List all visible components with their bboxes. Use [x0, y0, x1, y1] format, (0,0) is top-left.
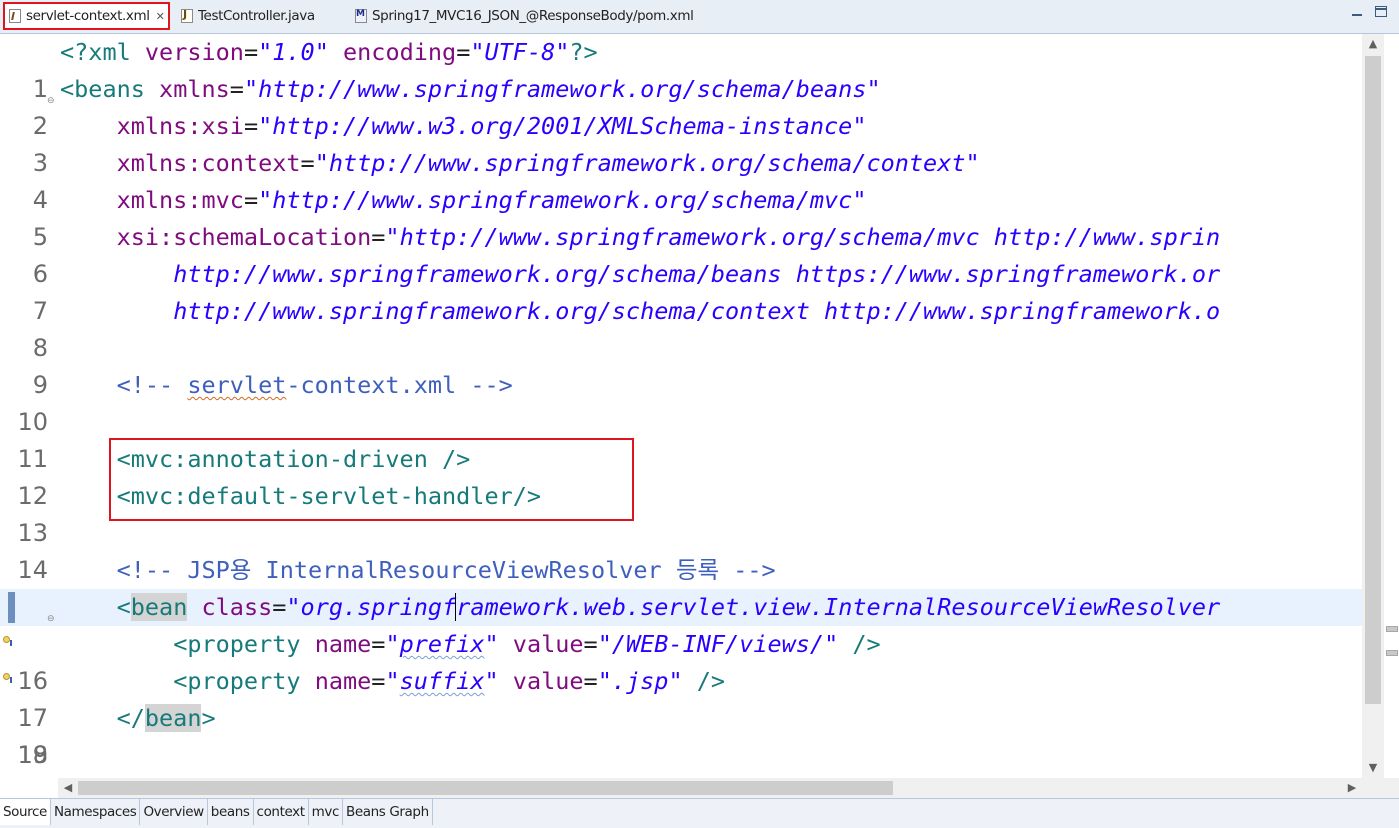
xml-file-icon [9, 9, 21, 23]
attribute-value: "http://www.springframework.org/schema/b… [243, 75, 881, 103]
code-line: 5 xmlns:mvc="http://www.springframework.… [0, 182, 1362, 251]
maximize-icon[interactable] [1375, 6, 1387, 17]
attribute-value: http://www.springframework.org/schema/co… [173, 297, 1221, 325]
code-line: 6 xsi:schemaLocation="http://www.springf… [0, 219, 1362, 288]
horizontal-scrollbar[interactable]: ◀ ▶ [58, 778, 1362, 798]
attribute-name: xmlns [159, 75, 230, 103]
xml-comment: <!-- JSP용 InternalResourceViewResolver 등… [116, 556, 776, 584]
attribute-value: "http://www.springframework.org/schema/c… [314, 149, 980, 177]
overview-ruler[interactable] [1384, 34, 1399, 778]
warning-marker-icon[interactable] [3, 673, 12, 683]
current-line-marker [8, 592, 15, 623]
element-tag: <property [173, 667, 301, 695]
attribute-name: xsi:schemaLocation [116, 223, 372, 251]
attribute-value: "1.0" [258, 38, 329, 66]
attribute-name: xmlns:xsi [116, 112, 244, 140]
attribute-value: ".jsp" [597, 667, 683, 695]
tab-beans-graph[interactable]: Beans Graph [343, 799, 433, 825]
attribute-name: name [314, 630, 372, 658]
attribute-value: "org.springf [286, 593, 457, 621]
attribute-name: class [201, 593, 273, 621]
attribute-name: xmlns:mvc [116, 186, 244, 214]
editor-tab-bar: servlet-context.xml ✕ TestController.jav… [0, 0, 1399, 34]
attribute-value: "http://www.springframework.org/schema/m… [385, 223, 1221, 251]
xml-declaration: <?xml [60, 38, 131, 66]
code-line: 2 ⊖ <beans xmlns="http://www.springframe… [0, 71, 1362, 140]
code-line: 7 http://www.springframework.org/schema/… [0, 256, 1362, 325]
code-line: 13 <mvc:default-servlet-handler/> [0, 478, 1362, 547]
tab-mvc[interactable]: mvc [309, 799, 344, 825]
matching-tag-highlight: bean [144, 704, 202, 732]
scroll-right-icon[interactable]: ▶ [1342, 778, 1362, 798]
attribute-name: value [512, 630, 584, 658]
attribute-name: encoding [343, 38, 457, 66]
editor-page-tabs: Source Namespaces Overview beans context… [0, 798, 1399, 828]
code-line: 9 [0, 330, 1362, 399]
code-line: 20 [0, 737, 1362, 774]
scroll-left-icon[interactable]: ◀ [58, 778, 78, 798]
attribute-name: version [144, 38, 244, 66]
vertical-scroll-thumb[interactable] [1365, 56, 1381, 704]
xml-comment: <!-- [116, 371, 188, 399]
tab-testcontroller-java[interactable]: TestController.java [181, 2, 315, 30]
element-tag: <property [173, 630, 301, 658]
line-number: 20 [0, 774, 48, 778]
tab-label: TestController.java [198, 8, 315, 24]
tab-namespaces[interactable]: Namespaces [51, 799, 141, 825]
code-line: 10 <!-- servlet-context.xml --> [0, 367, 1362, 436]
attribute-value: "http://www.w3.org/2001/XMLSchema-instan… [258, 112, 867, 140]
tab-label: Spring17_MVC16_JSON_@ResponseBody/pom.xm… [372, 8, 694, 24]
matching-tag-highlight: bean [130, 593, 188, 621]
scrollbar-corner [1362, 778, 1399, 798]
spellcheck-word: suffix [399, 667, 485, 695]
minimize-icon[interactable] [1352, 6, 1362, 16]
code-line-current: 16 ⊖ <bean class="org.springframework.we… [0, 589, 1362, 695]
overview-warning-mark[interactable] [1386, 650, 1398, 656]
code-line: 14 [0, 515, 1362, 584]
scroll-up-icon[interactable]: ▲ [1362, 34, 1384, 54]
attribute-value: "http://www.springframework.org/schema/m… [258, 186, 867, 214]
code-line: 8 http://www.springframework.org/schema/… [0, 293, 1362, 362]
code-line: 19 </bean> [0, 700, 1362, 769]
tab-context[interactable]: context [254, 799, 309, 825]
tab-overview[interactable]: Overview [140, 799, 208, 825]
tab-label: servlet-context.xml [26, 8, 150, 24]
tab-servlet-context-xml[interactable]: servlet-context.xml ✕ [3, 2, 170, 30]
attribute-value: http://www.springframework.org/schema/be… [173, 260, 1221, 288]
tab-beans[interactable]: beans [208, 799, 254, 825]
attribute-name: name [314, 667, 372, 695]
text-caret: ramework.web.servlet.view.InternalResour… [455, 593, 1221, 621]
code-line: 3 xmlns:xsi="http://www.w3.org/2001/XMLS… [0, 108, 1362, 177]
code-line: 4 xmlns:context="http://www.springframew… [0, 145, 1362, 214]
code-line: 17 <property name="prefix" value="/WEB-I… [0, 626, 1362, 732]
spellcheck-word: prefix [399, 630, 485, 658]
attribute-value: "UTF-8" [470, 38, 570, 66]
code-line: 1 <?xml version="1.0" encoding="UTF-8"?> [0, 34, 1362, 103]
xml-source-editor[interactable]: 1 <?xml version="1.0" encoding="UTF-8"?>… [0, 34, 1362, 778]
element-tag: <mvc:annotation-driven /> [116, 445, 471, 473]
element-tag: <beans [60, 75, 145, 103]
code-line: 11 [0, 404, 1362, 473]
attribute-value: "/WEB-INF/views/" [597, 630, 839, 658]
warning-marker-icon[interactable] [3, 636, 12, 646]
overview-warning-mark[interactable] [1386, 626, 1398, 632]
vertical-scrollbar[interactable]: ▲ ▼ [1362, 34, 1384, 778]
maven-pom-icon [355, 9, 367, 23]
code-line: 15 <!-- JSP용 InternalResourceViewResolve… [0, 552, 1362, 621]
close-tab-icon[interactable]: ✕ [156, 10, 165, 23]
horizontal-scroll-thumb[interactable] [78, 781, 893, 795]
code-line: 18 <property name="suffix" value=".jsp" … [0, 663, 1362, 769]
element-tag: <mvc:default-servlet-handler/> [116, 482, 542, 510]
spellcheck-word: servlet [187, 371, 287, 399]
scroll-down-icon[interactable]: ▼ [1362, 758, 1384, 778]
xml-comment: -context.xml --> [286, 371, 513, 399]
tab-pom-xml[interactable]: Spring17_MVC16_JSON_@ResponseBody/pom.xm… [355, 2, 694, 30]
java-file-icon [181, 8, 193, 23]
tab-source[interactable]: Source [0, 799, 51, 825]
code-line: 12 <mvc:annotation-driven /> [0, 441, 1362, 510]
attribute-name: value [512, 667, 584, 695]
attribute-name: xmlns:context [116, 149, 301, 177]
